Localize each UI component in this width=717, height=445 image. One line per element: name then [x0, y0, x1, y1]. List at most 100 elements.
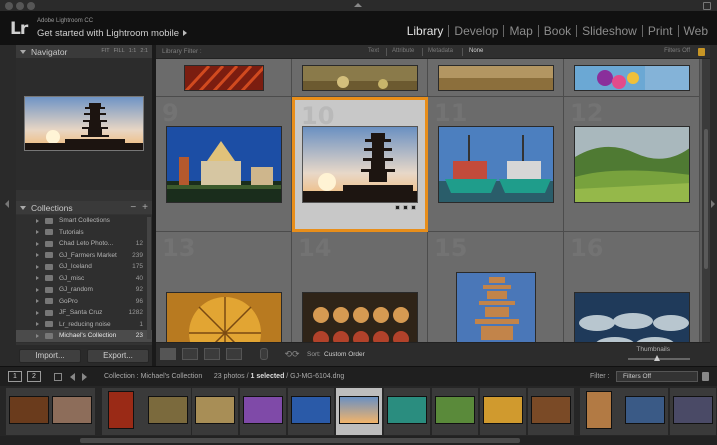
thumbnail[interactable] — [438, 126, 554, 203]
filmstrip-cell[interactable] — [432, 388, 478, 435]
expand-triangle-icon[interactable] — [36, 276, 39, 281]
fullscreen-icon[interactable] — [703, 2, 711, 10]
filmstrip-thumbnail[interactable] — [195, 396, 235, 424]
grid-cell[interactable]: 11 — [428, 97, 564, 232]
thumbnail[interactable] — [166, 292, 282, 342]
thumbnail[interactable] — [302, 292, 418, 342]
filmstrip-scrollbar-thumb[interactable] — [80, 438, 520, 443]
filmstrip-thumbnail[interactable] — [673, 396, 713, 424]
lock-icon[interactable] — [698, 48, 705, 56]
secondary-monitor-button[interactable]: 2 — [27, 371, 41, 382]
filmstrip-thumbnail[interactable] — [586, 391, 612, 429]
module-map[interactable]: Map — [504, 24, 537, 38]
expand-triangle-icon[interactable] — [36, 322, 39, 327]
remove-collection-button[interactable]: − — [130, 202, 136, 213]
thumbnail-size-slider[interactable] — [628, 355, 690, 361]
filmstrip-thumbnail[interactable] — [625, 396, 665, 424]
survey-view-icon[interactable] — [226, 348, 242, 360]
grid-cell-selected[interactable]: 10 — [292, 97, 428, 232]
collections-header[interactable]: Collections − + — [16, 201, 152, 214]
thumbnail[interactable] — [438, 65, 554, 91]
compare-view-icon[interactable] — [204, 348, 220, 360]
filmstrip-thumbnail[interactable] — [243, 396, 283, 424]
thumbnail[interactable] — [574, 65, 690, 91]
loupe-view-icon[interactable] — [182, 348, 198, 360]
zoom-fill[interactable]: FILL — [114, 48, 125, 54]
develop-badge-icon[interactable] — [411, 205, 416, 210]
add-collection-button[interactable]: + — [142, 202, 148, 213]
grid-scrollbar-thumb[interactable] — [704, 129, 708, 269]
painter-icon[interactable] — [260, 348, 268, 360]
grid-cell[interactable] — [428, 59, 564, 97]
grid-cell[interactable]: 14 — [292, 232, 428, 342]
collapse-top-panel-icon[interactable] — [354, 3, 362, 7]
thumbnail[interactable] — [302, 65, 418, 91]
collection-item[interactable]: GJ_Iceland 175 — [16, 261, 152, 273]
filmstrip-scrollbar[interactable] — [0, 436, 717, 445]
grid-cell[interactable]: 16 — [564, 232, 700, 342]
filmstrip-thumbnail[interactable] — [52, 396, 92, 424]
expand-triangle-icon[interactable] — [36, 310, 39, 315]
filmstrip-thumbnail[interactable] — [387, 396, 427, 424]
filmstrip-cell[interactable] — [145, 388, 191, 435]
expand-triangle-icon[interactable] — [36, 299, 39, 304]
filmstrip-thumbnail[interactable] — [483, 396, 523, 424]
zoom-2-1[interactable]: 2:1 — [140, 48, 148, 54]
filmstrip-cell[interactable] — [528, 388, 574, 435]
filmstrip-thumbnail[interactable] — [291, 396, 331, 424]
thumbnail[interactable] — [166, 126, 282, 203]
primary-monitor-button[interactable]: 1 — [8, 371, 22, 382]
filmstrip-cell[interactable] — [580, 388, 626, 435]
filmstrip-cell[interactable] — [384, 388, 430, 435]
filmstrip-thumbnail[interactable] — [9, 396, 49, 424]
module-book[interactable]: Book — [539, 24, 576, 38]
collection-badge-icon[interactable] — [403, 205, 408, 210]
grid-scrollbar[interactable] — [702, 59, 710, 342]
left-panel-toggle[interactable] — [0, 45, 16, 366]
export-button[interactable]: Export... — [87, 349, 149, 363]
filter-tab-attribute[interactable]: Attribute — [392, 48, 414, 54]
expand-triangle-icon[interactable] — [36, 264, 39, 269]
filmstrip-cell[interactable] — [6, 388, 52, 435]
filter-tab-text[interactable]: Text — [368, 48, 379, 54]
grid-view-icon[interactable] — [160, 348, 176, 360]
zoom-fit[interactable]: FIT — [101, 48, 109, 54]
collection-item-tutorials[interactable]: Tutorials — [16, 227, 152, 239]
expand-triangle-icon[interactable] — [36, 287, 39, 292]
filmstrip-filter-dropdown[interactable]: Filters Off — [616, 371, 698, 382]
grid-cell[interactable]: 9 — [156, 97, 292, 232]
grid-cell[interactable] — [564, 59, 700, 97]
forward-arrow-icon[interactable] — [82, 373, 87, 381]
zoom-1-1[interactable]: 1:1 — [129, 48, 137, 54]
filter-status[interactable]: Filters Off — [664, 48, 690, 54]
filmstrip-cell[interactable] — [240, 388, 286, 435]
module-slideshow[interactable]: Slideshow — [577, 24, 642, 38]
filmstrip-thumbnail[interactable] — [108, 391, 134, 429]
grid-cell[interactable]: 13 — [156, 232, 292, 342]
module-print[interactable]: Print — [643, 24, 678, 38]
grid-cell[interactable] — [292, 59, 428, 97]
grid-cell[interactable] — [156, 59, 292, 97]
right-panel-toggle[interactable] — [710, 45, 717, 366]
collections-scrollbar[interactable] — [147, 217, 151, 339]
filmstrip-cell-selected[interactable] — [336, 388, 382, 435]
thumbnail[interactable] — [184, 65, 264, 91]
import-button[interactable]: Import... — [19, 349, 81, 363]
thumbnail-selected[interactable] — [302, 126, 418, 203]
filmstrip-cell[interactable] — [288, 388, 334, 435]
expand-triangle-icon[interactable] — [36, 253, 39, 258]
filmstrip-cell[interactable] — [480, 388, 526, 435]
module-develop[interactable]: Develop — [449, 24, 503, 38]
grid-icon[interactable] — [54, 373, 62, 381]
filmstrip-thumbnail[interactable] — [531, 396, 571, 424]
filmstrip-cell[interactable] — [192, 388, 238, 435]
collection-item[interactable]: JF_Santa Cruz 1282 — [16, 307, 152, 319]
filmstrip-cell[interactable] — [670, 388, 716, 435]
module-web[interactable]: Web — [679, 24, 713, 38]
filmstrip-thumbnail-selected[interactable] — [339, 396, 379, 424]
collection-item[interactable]: Lr_reducing noise 1 — [16, 319, 152, 331]
collection-item[interactable]: GJ_Farmers Market 239 — [16, 250, 152, 262]
collection-item[interactable]: Chad Leto Photo... 12 — [16, 238, 152, 250]
collection-item[interactable]: GJ_random 92 — [16, 284, 152, 296]
filmstrip-thumbnail[interactable] — [148, 396, 188, 424]
